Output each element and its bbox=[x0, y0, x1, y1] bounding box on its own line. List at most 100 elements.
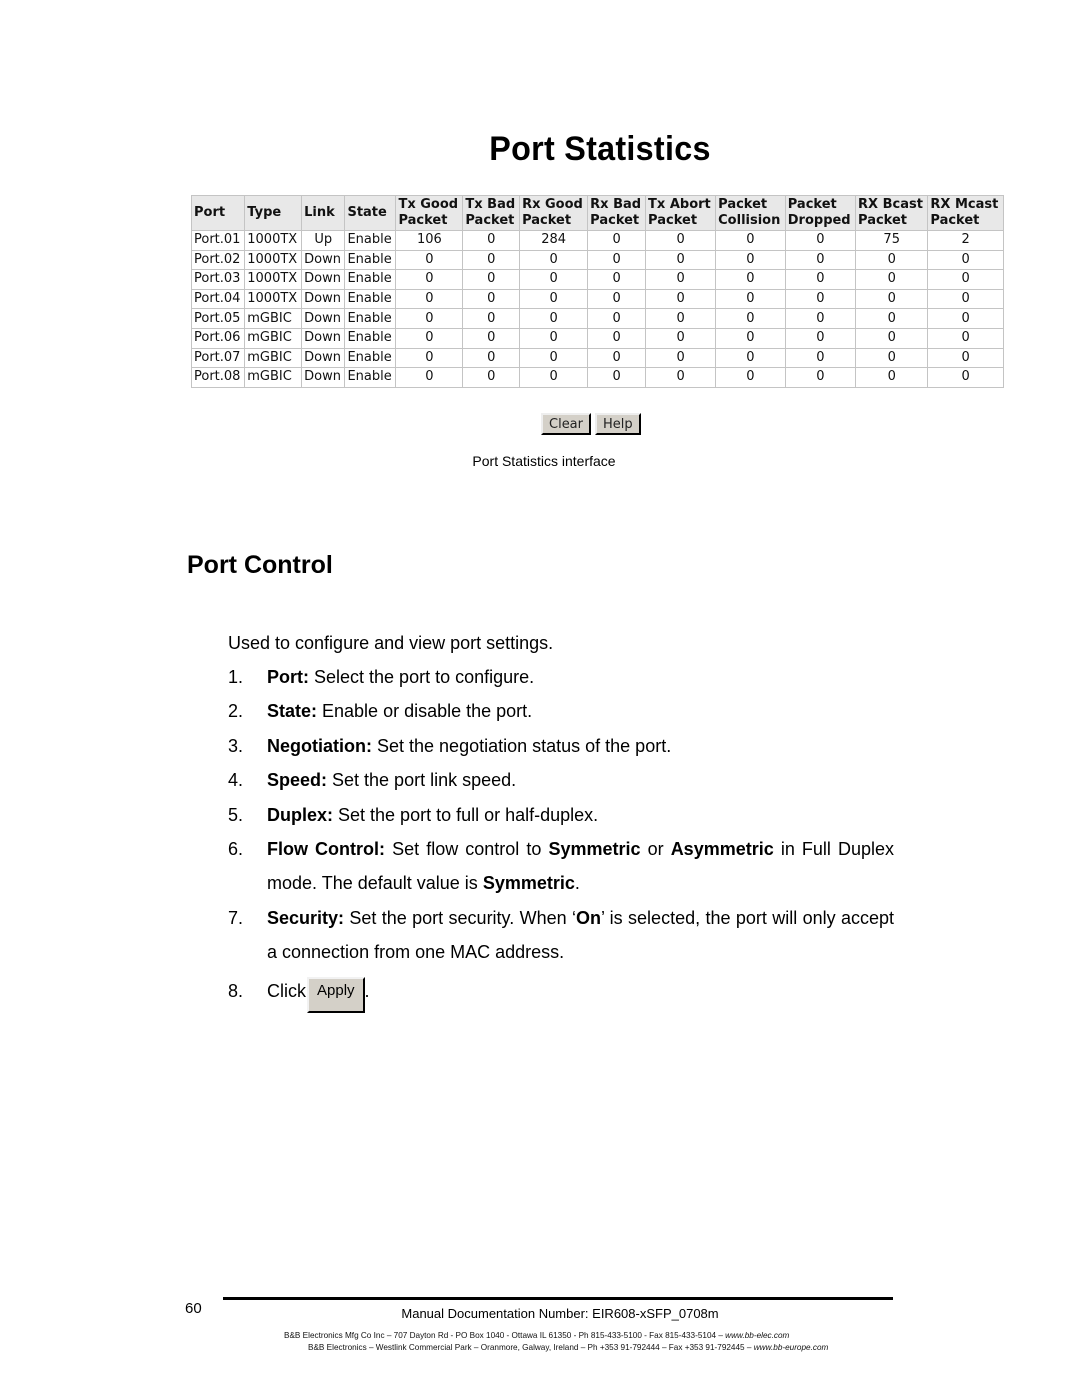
table-cell: Down bbox=[301, 269, 346, 290]
table-cell: 0 bbox=[462, 347, 521, 369]
column-header: RX Mcast Packet bbox=[927, 195, 1004, 231]
table-cell: Enable bbox=[344, 288, 397, 310]
table-cell: 1000TX bbox=[244, 230, 303, 251]
table-cell: Port.04 bbox=[190, 288, 246, 310]
table-cell: 0 bbox=[784, 347, 857, 369]
table-cell: 0 bbox=[784, 367, 857, 388]
table-cell: 0 bbox=[395, 288, 464, 310]
item-label: Port: bbox=[267, 667, 309, 687]
item-text: Set the port link speed. bbox=[327, 770, 517, 791]
table-cell: 0 bbox=[519, 269, 589, 290]
table-cell: 0 bbox=[784, 230, 857, 251]
list-item: 6. Flow Control: Set flow control to Symm… bbox=[228, 832, 894, 901]
column-header: Link bbox=[301, 195, 346, 231]
table-cell: Down bbox=[301, 367, 346, 388]
table-cell: 0 bbox=[715, 327, 786, 349]
footer-divider bbox=[223, 1297, 893, 1300]
item-number: 7. bbox=[228, 907, 244, 928]
table-cell: 0 bbox=[462, 327, 521, 349]
column-header: Rx Good Packet bbox=[519, 195, 589, 231]
table-cell: 1000TX bbox=[244, 269, 303, 290]
table-row: Port.01 1000TX Up Enable 106 0 284 0 0 0 0 75 2 bbox=[190, 230, 1004, 251]
help-button[interactable]: Help bbox=[595, 413, 641, 435]
website-link-us[interactable]: www.bb-elec.com bbox=[725, 1331, 789, 1340]
section-heading: Port Control bbox=[187, 551, 333, 579]
item-number: 2. bbox=[228, 701, 244, 722]
table-cell: Down bbox=[301, 288, 346, 310]
list-item: 3. Negotiation: Set the negotiation statu… bbox=[228, 729, 894, 763]
table-cell: Port.08 bbox=[190, 367, 246, 388]
port-statistics-title: Port Statistics bbox=[489, 130, 711, 168]
table-cell: 0 bbox=[855, 367, 929, 388]
table-row: Port.07 mGBIC Down Enable 0 0 0 0 0 0 0 0 0 bbox=[190, 347, 1004, 369]
emphasis: Symmetric bbox=[548, 839, 641, 860]
website-link-eu[interactable]: www.bb-europe.com bbox=[754, 1343, 829, 1352]
table-cell: 2 bbox=[927, 230, 1004, 251]
table-cell: 0 bbox=[645, 230, 717, 251]
column-header: Port bbox=[190, 195, 246, 231]
table-cell: Down bbox=[301, 308, 346, 329]
intro-paragraph: Used to configure and view port settings… bbox=[228, 633, 554, 653]
address-eu: B&B Electronics – Westlink Commercial Pa… bbox=[308, 1343, 828, 1352]
item-number: 3. bbox=[228, 735, 244, 756]
list-item: 4. Speed: Set the port link speed. bbox=[228, 763, 894, 797]
table-cell: 0 bbox=[715, 288, 786, 310]
list-item: 8. Click Apply. bbox=[228, 974, 894, 1013]
address-text: B&B Electronics – Westlink Commercial Pa… bbox=[308, 1343, 754, 1352]
table-cell: mGBIC bbox=[244, 327, 303, 349]
table-row: Port.06 mGBIC Down Enable 0 0 0 0 0 0 0 0 0 bbox=[190, 327, 1004, 349]
table-cell: 0 bbox=[927, 347, 1004, 369]
item-text: Enable or disable the port. bbox=[317, 701, 533, 722]
table-cell: Port.05 bbox=[190, 308, 246, 329]
table-cell: Down bbox=[301, 347, 346, 369]
table-cell: 0 bbox=[927, 327, 1004, 349]
table-cell: 0 bbox=[855, 327, 929, 349]
list-item: 2. State: Enable or disable the port. bbox=[228, 694, 894, 728]
clear-button[interactable]: Clear bbox=[541, 413, 591, 435]
document-number: Manual Documentation Number: EIR608-xSFP… bbox=[401, 1306, 719, 1321]
table-cell: 0 bbox=[519, 327, 589, 349]
table-cell: 0 bbox=[587, 327, 647, 349]
item-number: 5. bbox=[228, 804, 244, 825]
table-cell: 0 bbox=[855, 249, 929, 271]
table-cell: 0 bbox=[587, 367, 647, 388]
apply-button[interactable]: Apply bbox=[307, 976, 365, 1013]
column-header: Tx Good Packet bbox=[395, 195, 464, 231]
table-cell: 0 bbox=[587, 230, 647, 251]
table-cell: 0 bbox=[519, 347, 589, 369]
item-text: Set the negotiation status of the port. bbox=[372, 735, 672, 756]
table-cell: Down bbox=[301, 249, 346, 271]
table-cell: 0 bbox=[927, 288, 1004, 310]
table-cell: 75 bbox=[855, 230, 929, 251]
table-cell: Enable bbox=[344, 347, 397, 369]
column-header: Packet Collision bbox=[715, 195, 786, 231]
item-text: Set the port to full or half-duplex. bbox=[333, 804, 599, 825]
item-text: . bbox=[364, 980, 370, 1001]
table-cell: 0 bbox=[645, 347, 717, 369]
item-number: 6. bbox=[228, 839, 244, 860]
table-cell: 0 bbox=[715, 269, 786, 290]
table-row: Port.05 mGBIC Down Enable 0 0 0 0 0 0 0 0 0 bbox=[190, 308, 1004, 329]
list-item: 5. Duplex: Set the port to full or half-d… bbox=[228, 798, 894, 832]
table-cell: Enable bbox=[344, 249, 397, 271]
table-cell: 0 bbox=[784, 327, 857, 349]
emphasis: Symmetric bbox=[482, 873, 575, 894]
table-cell: 0 bbox=[519, 249, 589, 271]
item-text: Click bbox=[267, 980, 306, 1001]
table-cell: 0 bbox=[645, 308, 717, 329]
item-label: Speed: bbox=[267, 770, 328, 791]
table-cell: 0 bbox=[395, 249, 464, 271]
table-cell: 1000TX bbox=[244, 249, 303, 271]
table-cell: 0 bbox=[462, 288, 521, 310]
item-number: 8. bbox=[228, 980, 244, 1001]
table-cell: 0 bbox=[927, 367, 1004, 388]
table-cell: 0 bbox=[715, 367, 786, 388]
item-label: State: bbox=[267, 701, 318, 722]
table-cell: Enable bbox=[344, 308, 397, 329]
table-cell: 0 bbox=[784, 249, 857, 271]
table-cell: mGBIC bbox=[244, 308, 303, 329]
column-header: State bbox=[344, 195, 397, 231]
table-cell: 0 bbox=[715, 347, 786, 369]
table-row: Port.04 1000TX Down Enable 0 0 0 0 0 0 0 0 0 bbox=[190, 288, 1004, 310]
table-cell: 0 bbox=[587, 249, 647, 271]
